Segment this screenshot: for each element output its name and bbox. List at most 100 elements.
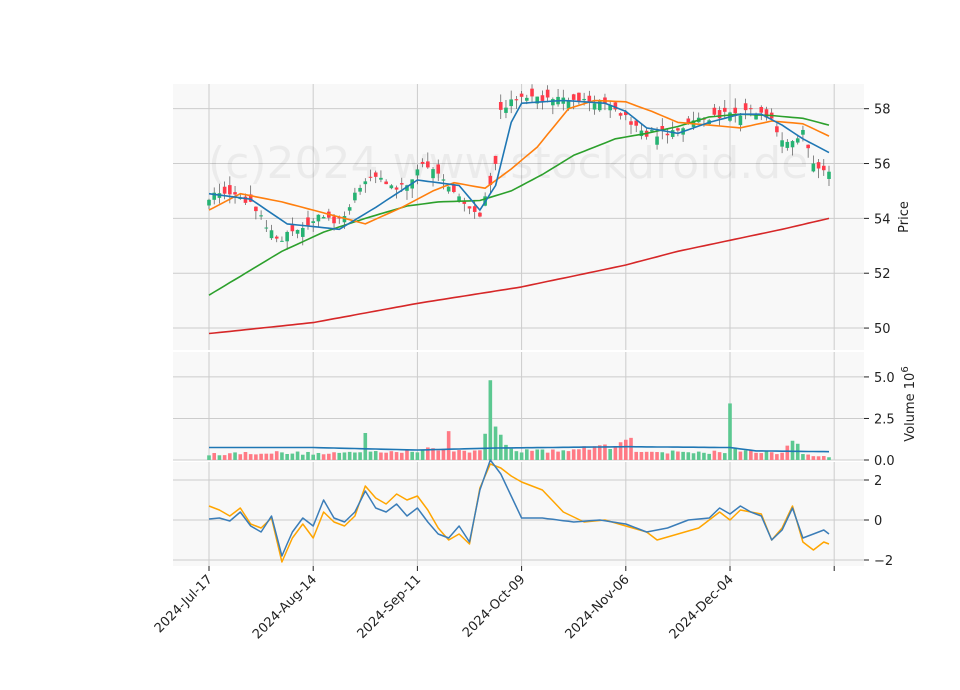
volume-bar xyxy=(269,453,274,460)
volume-bar xyxy=(676,451,680,460)
volume-bar xyxy=(410,451,414,460)
candle-body xyxy=(816,162,821,169)
volume-bar xyxy=(790,440,795,460)
volume-axis-tick-label: 0.0 xyxy=(874,454,895,469)
candle-body xyxy=(321,216,326,219)
candle-body xyxy=(530,88,534,97)
volume-bar xyxy=(587,449,592,460)
volume-bar xyxy=(389,451,394,460)
oscillator-axis-tick-label: 2 xyxy=(874,474,882,489)
volume-bar xyxy=(712,450,717,460)
volume-bar xyxy=(327,453,331,460)
volume-bar xyxy=(738,451,743,460)
candle-body xyxy=(233,192,237,195)
candle-body xyxy=(519,93,524,97)
volume-bar xyxy=(785,445,790,460)
candle-body xyxy=(785,141,790,148)
volume-bar xyxy=(483,433,487,460)
candle-body xyxy=(540,95,545,101)
candle-body xyxy=(446,186,451,192)
volume-bar xyxy=(337,452,342,460)
volume-bar xyxy=(775,454,779,460)
candle-body xyxy=(368,176,373,178)
candle-body xyxy=(285,231,289,242)
candle-body xyxy=(806,144,810,149)
volume-bar xyxy=(535,449,540,460)
candle-body xyxy=(290,225,295,232)
volume-bar xyxy=(217,455,222,460)
candle-body xyxy=(300,228,305,237)
volume-bar xyxy=(571,449,576,460)
volume-bar xyxy=(285,454,289,460)
volume-bar xyxy=(769,452,774,460)
candle-body xyxy=(415,169,420,176)
candle-body xyxy=(775,126,779,133)
volume-bar xyxy=(561,450,566,460)
candle-body xyxy=(316,214,321,222)
candle-body xyxy=(222,186,227,194)
volume-bar xyxy=(655,452,659,460)
volume-bar xyxy=(702,452,706,460)
volume-bar xyxy=(264,453,269,460)
candle-body xyxy=(478,212,482,217)
volume-bar xyxy=(462,450,467,460)
volume-axis-tick-label: 2.5 xyxy=(874,412,895,427)
candle-body xyxy=(759,107,764,113)
candle-body xyxy=(827,171,831,179)
candle-body xyxy=(743,103,748,111)
volume-bar xyxy=(811,456,816,460)
candle-body xyxy=(618,113,623,116)
volume-bar xyxy=(519,452,524,460)
oscillator-axis-tick-label: −2 xyxy=(874,554,893,569)
candle-body xyxy=(467,206,472,209)
volume-bar xyxy=(691,453,696,460)
candle-body xyxy=(665,133,670,136)
candle-body xyxy=(592,103,597,110)
volume-bar xyxy=(551,449,555,460)
candle-body xyxy=(821,165,826,171)
volume-bar xyxy=(368,451,373,460)
volume-bar xyxy=(280,452,284,460)
volume-bar xyxy=(353,452,357,460)
x-axis-tick-label: 2024-Oct-09 xyxy=(460,572,528,640)
volume-bar xyxy=(696,451,701,460)
volume-bar xyxy=(420,449,425,460)
volume-bar xyxy=(274,451,279,460)
candle-body xyxy=(551,99,555,106)
volume-bar xyxy=(233,452,237,460)
volume-bar xyxy=(243,452,248,460)
volume-bar xyxy=(525,449,529,460)
candle-body xyxy=(358,187,362,192)
volume-axis-tick-label: 5.0 xyxy=(874,371,895,386)
candle-body xyxy=(493,155,498,164)
volume-bar xyxy=(566,451,571,460)
volume-bar xyxy=(342,452,347,460)
volume-bar xyxy=(254,454,258,460)
candle-body xyxy=(363,181,368,185)
candle-body xyxy=(274,236,279,239)
volume-bar xyxy=(373,451,378,460)
volume-bar xyxy=(415,452,420,460)
price-axis-tick-label: 54 xyxy=(874,212,891,227)
candle-body xyxy=(670,130,675,137)
price-axis-tick-label: 58 xyxy=(874,103,891,118)
volume-bar xyxy=(207,455,211,460)
candle-body xyxy=(733,107,738,114)
volume-bar xyxy=(754,452,758,460)
candle-body xyxy=(431,169,435,179)
volume-bar xyxy=(816,456,821,460)
volume-bar xyxy=(248,454,253,460)
volume-bar xyxy=(806,454,810,460)
candle-body xyxy=(472,206,477,212)
volume-bar xyxy=(722,453,727,460)
candle-body xyxy=(353,192,357,201)
volume-bar xyxy=(608,449,612,460)
candle-body xyxy=(655,136,659,145)
candle-body xyxy=(780,140,784,147)
volume-bar xyxy=(514,451,519,460)
x-axis-tick-label: 2024-Nov-06 xyxy=(563,572,633,642)
volume-bar xyxy=(634,451,639,460)
volume-bar xyxy=(379,452,383,460)
volume-bar xyxy=(582,446,586,460)
volume-bar xyxy=(509,448,513,460)
